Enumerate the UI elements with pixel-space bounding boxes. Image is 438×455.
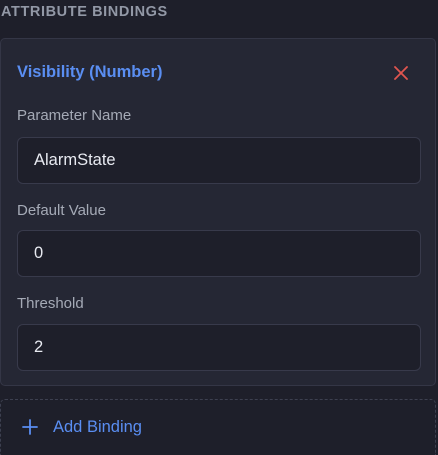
parameter-name-input[interactable] [17,137,421,184]
binding-card-header: Visibility (Number) [17,63,419,85]
binding-title: Visibility (Number) [17,63,163,81]
add-binding-label: Add Binding [53,418,142,436]
binding-card: Visibility (Number) Parameter Name Defau… [0,38,436,386]
section-title: ATTRIBUTE BINDINGS [1,4,168,20]
threshold-input[interactable] [17,324,421,371]
parameter-name-label: Parameter Name [17,107,132,124]
threshold-label: Threshold [17,295,84,312]
default-value-input[interactable] [17,230,421,277]
close-icon [394,66,408,80]
default-value-label: Default Value [17,202,106,219]
remove-binding-button[interactable] [389,61,413,85]
plus-icon [22,419,38,435]
add-binding-button[interactable]: Add Binding [0,399,436,455]
